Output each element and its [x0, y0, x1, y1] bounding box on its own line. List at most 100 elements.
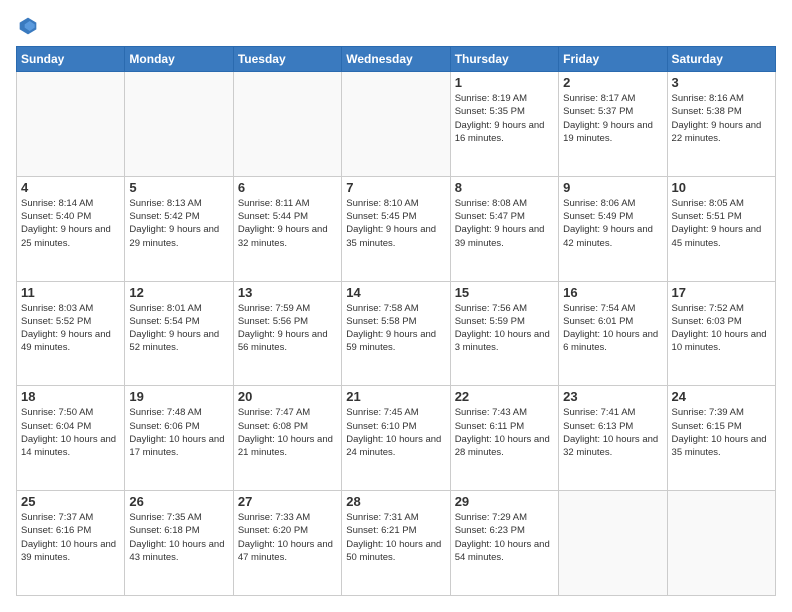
cell-date: 8	[455, 180, 554, 195]
calendar-cell: 18 Sunrise: 7:50 AMSunset: 6:04 PMDaylig…	[17, 386, 125, 491]
cell-info: Sunrise: 7:29 AMSunset: 6:23 PMDaylight:…	[455, 511, 554, 564]
calendar-cell	[125, 72, 233, 177]
calendar-cell: 6 Sunrise: 8:11 AMSunset: 5:44 PMDayligh…	[233, 176, 341, 281]
calendar-week-row: 4 Sunrise: 8:14 AMSunset: 5:40 PMDayligh…	[17, 176, 776, 281]
cell-date: 9	[563, 180, 662, 195]
col-wednesday: Wednesday	[342, 47, 450, 72]
cell-date: 12	[129, 285, 228, 300]
cell-info: Sunrise: 8:10 AMSunset: 5:45 PMDaylight:…	[346, 197, 445, 250]
cell-info: Sunrise: 8:14 AMSunset: 5:40 PMDaylight:…	[21, 197, 120, 250]
cell-info: Sunrise: 7:43 AMSunset: 6:11 PMDaylight:…	[455, 406, 554, 459]
calendar-cell: 24 Sunrise: 7:39 AMSunset: 6:15 PMDaylig…	[667, 386, 775, 491]
cell-date: 25	[21, 494, 120, 509]
calendar-cell	[233, 72, 341, 177]
cell-date: 26	[129, 494, 228, 509]
cell-date: 20	[238, 389, 337, 404]
cell-date: 14	[346, 285, 445, 300]
calendar-cell: 23 Sunrise: 7:41 AMSunset: 6:13 PMDaylig…	[559, 386, 667, 491]
col-saturday: Saturday	[667, 47, 775, 72]
col-monday: Monday	[125, 47, 233, 72]
calendar-cell: 10 Sunrise: 8:05 AMSunset: 5:51 PMDaylig…	[667, 176, 775, 281]
cell-date: 7	[346, 180, 445, 195]
calendar-cell: 9 Sunrise: 8:06 AMSunset: 5:49 PMDayligh…	[559, 176, 667, 281]
cell-info: Sunrise: 7:37 AMSunset: 6:16 PMDaylight:…	[21, 511, 120, 564]
cell-info: Sunrise: 7:33 AMSunset: 6:20 PMDaylight:…	[238, 511, 337, 564]
calendar-cell: 2 Sunrise: 8:17 AMSunset: 5:37 PMDayligh…	[559, 72, 667, 177]
calendar-cell	[17, 72, 125, 177]
cell-info: Sunrise: 8:06 AMSunset: 5:49 PMDaylight:…	[563, 197, 662, 250]
cell-info: Sunrise: 8:19 AMSunset: 5:35 PMDaylight:…	[455, 92, 554, 145]
calendar-cell: 28 Sunrise: 7:31 AMSunset: 6:21 PMDaylig…	[342, 491, 450, 596]
calendar-week-row: 25 Sunrise: 7:37 AMSunset: 6:16 PMDaylig…	[17, 491, 776, 596]
cell-info: Sunrise: 7:52 AMSunset: 6:03 PMDaylight:…	[672, 302, 771, 355]
cell-info: Sunrise: 8:05 AMSunset: 5:51 PMDaylight:…	[672, 197, 771, 250]
cell-date: 10	[672, 180, 771, 195]
cell-date: 18	[21, 389, 120, 404]
calendar-cell: 17 Sunrise: 7:52 AMSunset: 6:03 PMDaylig…	[667, 281, 775, 386]
calendar-cell: 13 Sunrise: 7:59 AMSunset: 5:56 PMDaylig…	[233, 281, 341, 386]
cell-info: Sunrise: 7:54 AMSunset: 6:01 PMDaylight:…	[563, 302, 662, 355]
cell-info: Sunrise: 8:03 AMSunset: 5:52 PMDaylight:…	[21, 302, 120, 355]
cell-date: 29	[455, 494, 554, 509]
col-tuesday: Tuesday	[233, 47, 341, 72]
cell-date: 3	[672, 75, 771, 90]
calendar-cell: 26 Sunrise: 7:35 AMSunset: 6:18 PMDaylig…	[125, 491, 233, 596]
calendar-cell: 8 Sunrise: 8:08 AMSunset: 5:47 PMDayligh…	[450, 176, 558, 281]
calendar-page: Sunday Monday Tuesday Wednesday Thursday…	[0, 0, 792, 612]
cell-date: 22	[455, 389, 554, 404]
cell-date: 19	[129, 389, 228, 404]
col-sunday: Sunday	[17, 47, 125, 72]
calendar-cell: 3 Sunrise: 8:16 AMSunset: 5:38 PMDayligh…	[667, 72, 775, 177]
calendar-cell: 4 Sunrise: 8:14 AMSunset: 5:40 PMDayligh…	[17, 176, 125, 281]
cell-info: Sunrise: 7:47 AMSunset: 6:08 PMDaylight:…	[238, 406, 337, 459]
cell-date: 5	[129, 180, 228, 195]
cell-info: Sunrise: 8:11 AMSunset: 5:44 PMDaylight:…	[238, 197, 337, 250]
calendar-cell: 20 Sunrise: 7:47 AMSunset: 6:08 PMDaylig…	[233, 386, 341, 491]
cell-date: 24	[672, 389, 771, 404]
calendar-cell	[342, 72, 450, 177]
cell-date: 1	[455, 75, 554, 90]
cell-date: 2	[563, 75, 662, 90]
calendar-cell: 7 Sunrise: 8:10 AMSunset: 5:45 PMDayligh…	[342, 176, 450, 281]
cell-date: 16	[563, 285, 662, 300]
cell-info: Sunrise: 8:16 AMSunset: 5:38 PMDaylight:…	[672, 92, 771, 145]
cell-date: 27	[238, 494, 337, 509]
calendar-cell	[667, 491, 775, 596]
cell-date: 21	[346, 389, 445, 404]
calendar-cell: 22 Sunrise: 7:43 AMSunset: 6:11 PMDaylig…	[450, 386, 558, 491]
cell-date: 15	[455, 285, 554, 300]
cell-info: Sunrise: 7:31 AMSunset: 6:21 PMDaylight:…	[346, 511, 445, 564]
cell-info: Sunrise: 7:48 AMSunset: 6:06 PMDaylight:…	[129, 406, 228, 459]
header	[16, 16, 776, 36]
cell-date: 4	[21, 180, 120, 195]
calendar-week-row: 18 Sunrise: 7:50 AMSunset: 6:04 PMDaylig…	[17, 386, 776, 491]
calendar-cell: 12 Sunrise: 8:01 AMSunset: 5:54 PMDaylig…	[125, 281, 233, 386]
calendar-cell: 11 Sunrise: 8:03 AMSunset: 5:52 PMDaylig…	[17, 281, 125, 386]
calendar-cell: 25 Sunrise: 7:37 AMSunset: 6:16 PMDaylig…	[17, 491, 125, 596]
calendar-cell: 19 Sunrise: 7:48 AMSunset: 6:06 PMDaylig…	[125, 386, 233, 491]
cell-info: Sunrise: 7:58 AMSunset: 5:58 PMDaylight:…	[346, 302, 445, 355]
calendar-cell: 29 Sunrise: 7:29 AMSunset: 6:23 PMDaylig…	[450, 491, 558, 596]
cell-info: Sunrise: 7:35 AMSunset: 6:18 PMDaylight:…	[129, 511, 228, 564]
calendar-cell	[559, 491, 667, 596]
cell-info: Sunrise: 7:39 AMSunset: 6:15 PMDaylight:…	[672, 406, 771, 459]
cell-info: Sunrise: 8:08 AMSunset: 5:47 PMDaylight:…	[455, 197, 554, 250]
calendar-table: Sunday Monday Tuesday Wednesday Thursday…	[16, 46, 776, 596]
cell-info: Sunrise: 7:56 AMSunset: 5:59 PMDaylight:…	[455, 302, 554, 355]
calendar-cell: 15 Sunrise: 7:56 AMSunset: 5:59 PMDaylig…	[450, 281, 558, 386]
cell-date: 23	[563, 389, 662, 404]
cell-date: 6	[238, 180, 337, 195]
cell-date: 13	[238, 285, 337, 300]
calendar-cell: 5 Sunrise: 8:13 AMSunset: 5:42 PMDayligh…	[125, 176, 233, 281]
col-thursday: Thursday	[450, 47, 558, 72]
cell-date: 17	[672, 285, 771, 300]
cell-info: Sunrise: 7:50 AMSunset: 6:04 PMDaylight:…	[21, 406, 120, 459]
cell-date: 28	[346, 494, 445, 509]
calendar-cell: 1 Sunrise: 8:19 AMSunset: 5:35 PMDayligh…	[450, 72, 558, 177]
logo	[16, 16, 38, 36]
cell-info: Sunrise: 7:45 AMSunset: 6:10 PMDaylight:…	[346, 406, 445, 459]
header-row: Sunday Monday Tuesday Wednesday Thursday…	[17, 47, 776, 72]
calendar-cell: 14 Sunrise: 7:58 AMSunset: 5:58 PMDaylig…	[342, 281, 450, 386]
calendar-week-row: 11 Sunrise: 8:03 AMSunset: 5:52 PMDaylig…	[17, 281, 776, 386]
calendar-cell: 21 Sunrise: 7:45 AMSunset: 6:10 PMDaylig…	[342, 386, 450, 491]
